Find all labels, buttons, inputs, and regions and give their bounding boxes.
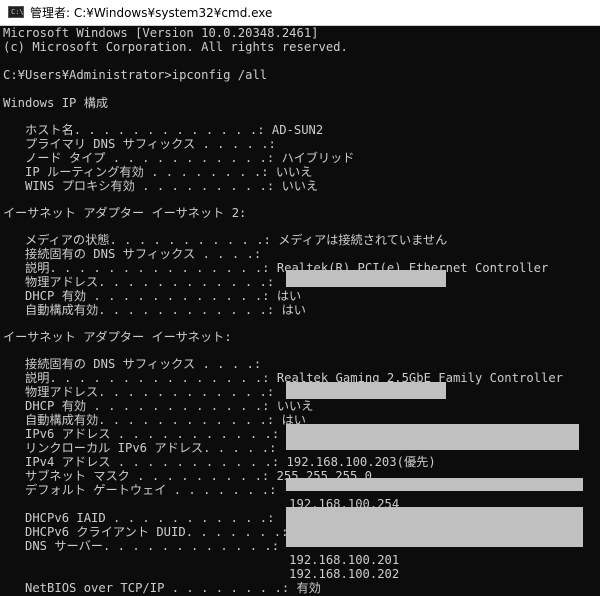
version-line: Microsoft Windows [Version 10.0.20348.24… bbox=[3, 26, 319, 40]
console-output[interactable]: Microsoft Windows [Version 10.0.20348.24… bbox=[0, 26, 600, 596]
ip-routing-line: IP ルーティング有効 . . . . . . . .: いいえ bbox=[3, 165, 313, 179]
dhcp-enabled-line: DHCP 有効 . . . . . . . . . . . .: はい bbox=[3, 289, 302, 303]
default-gateway-line: デフォルト ゲートウェイ . . . . . . .: bbox=[3, 483, 277, 497]
autoconfig-line: 自動構成有効. . . . . . . . . . . .: はい bbox=[3, 413, 306, 427]
title-bar[interactable]: C:\ 管理者: C:¥Windows¥system32¥cmd.exe bbox=[0, 0, 600, 26]
adapter-ethernet-heading: イーサネット アダプター イーサネット: bbox=[3, 330, 232, 344]
cmd-icon-glyph: C:\ bbox=[11, 8, 24, 16]
copyright-line: (c) Microsoft Corporation. All rights re… bbox=[3, 40, 348, 54]
ipv4-address-line: IPv4 アドレス . . . . . . . . . . .: 192.168… bbox=[3, 455, 436, 469]
description-line: 説明. . . . . . . . . . . . . . .: Realtek… bbox=[3, 261, 549, 275]
window-title: 管理者: C:¥Windows¥system32¥cmd.exe bbox=[30, 6, 273, 20]
dhcp-enabled-line: DHCP 有効 . . . . . . . . . . . .: いいえ bbox=[3, 399, 314, 413]
media-state-line: メディアの状態. . . . . . . . . . .: メディアは接続されて… bbox=[3, 233, 448, 247]
ipv6-address-line: IPv6 アドレス . . . . . . . . . . .: bbox=[3, 427, 280, 441]
dhcpv6-iaid-line: DHCPv6 IAID . . . . . . . . . . .: bbox=[3, 511, 275, 525]
netbios-line: NetBIOS over TCP/IP . . . . . . . .: 有効 bbox=[3, 581, 321, 595]
physical-address-line: 物理アドレス. . . . . . . . . . . .: bbox=[3, 275, 275, 289]
adapter-ethernet2-heading: イーサネット アダプター イーサネット 2: bbox=[3, 206, 247, 220]
redacted-link-local-ipv6 bbox=[286, 438, 579, 450]
redacted-gateway-ipv6 bbox=[286, 478, 583, 491]
connection-dns-suffix-line: 接続固有の DNS サフィックス . . . .: bbox=[3, 247, 262, 261]
primary-dns-suffix-line: プライマリ DNS サフィックス . . . . .: bbox=[3, 137, 276, 151]
redacted-ipv6-address bbox=[286, 424, 579, 438]
connection-dns-suffix-line: 接続固有の DNS サフィックス . . . .: bbox=[3, 357, 262, 371]
description-line: 説明. . . . . . . . . . . . . . .: Realtek… bbox=[3, 371, 564, 385]
link-local-ipv6-line: リンクローカル IPv6 アドレス. . . . .: bbox=[3, 441, 277, 455]
physical-address-line: 物理アドレス. . . . . . . . . . . .: bbox=[3, 385, 275, 399]
command-prompt-line: C:¥Users¥Administrator>ipconfig /all bbox=[3, 68, 268, 82]
dns-servers-line: DNS サーバー. . . . . . . . . . . .: bbox=[3, 539, 280, 553]
cmd-icon[interactable]: C:\ bbox=[8, 6, 24, 18]
wins-proxy-line: WINS プロキシ有効 . . . . . . . . .: いいえ bbox=[3, 179, 319, 193]
host-name-line: ホスト名. . . . . . . . . . . . .: AD-SUN2 bbox=[3, 123, 324, 137]
redacted-dhcpv6-values bbox=[286, 507, 583, 547]
redacted-mac-address bbox=[286, 270, 446, 287]
dhcpv6-duid-line: DHCPv6 クライアント DUID. . . . . . .: bbox=[3, 525, 289, 539]
dns-server-1-line: 192.168.100.201 bbox=[3, 553, 400, 567]
ip-config-heading: Windows IP 構成 bbox=[3, 96, 109, 110]
cmd-window: C:\ 管理者: C:¥Windows¥system32¥cmd.exe Mic… bbox=[0, 0, 600, 596]
redacted-mac-address bbox=[286, 382, 446, 399]
autoconfig-line: 自動構成有効. . . . . . . . . . . .: はい bbox=[3, 303, 306, 317]
dns-server-2-line: 192.168.100.202 bbox=[3, 567, 400, 581]
node-type-line: ノード タイプ . . . . . . . . . . .: ハイブリッド bbox=[3, 151, 355, 165]
